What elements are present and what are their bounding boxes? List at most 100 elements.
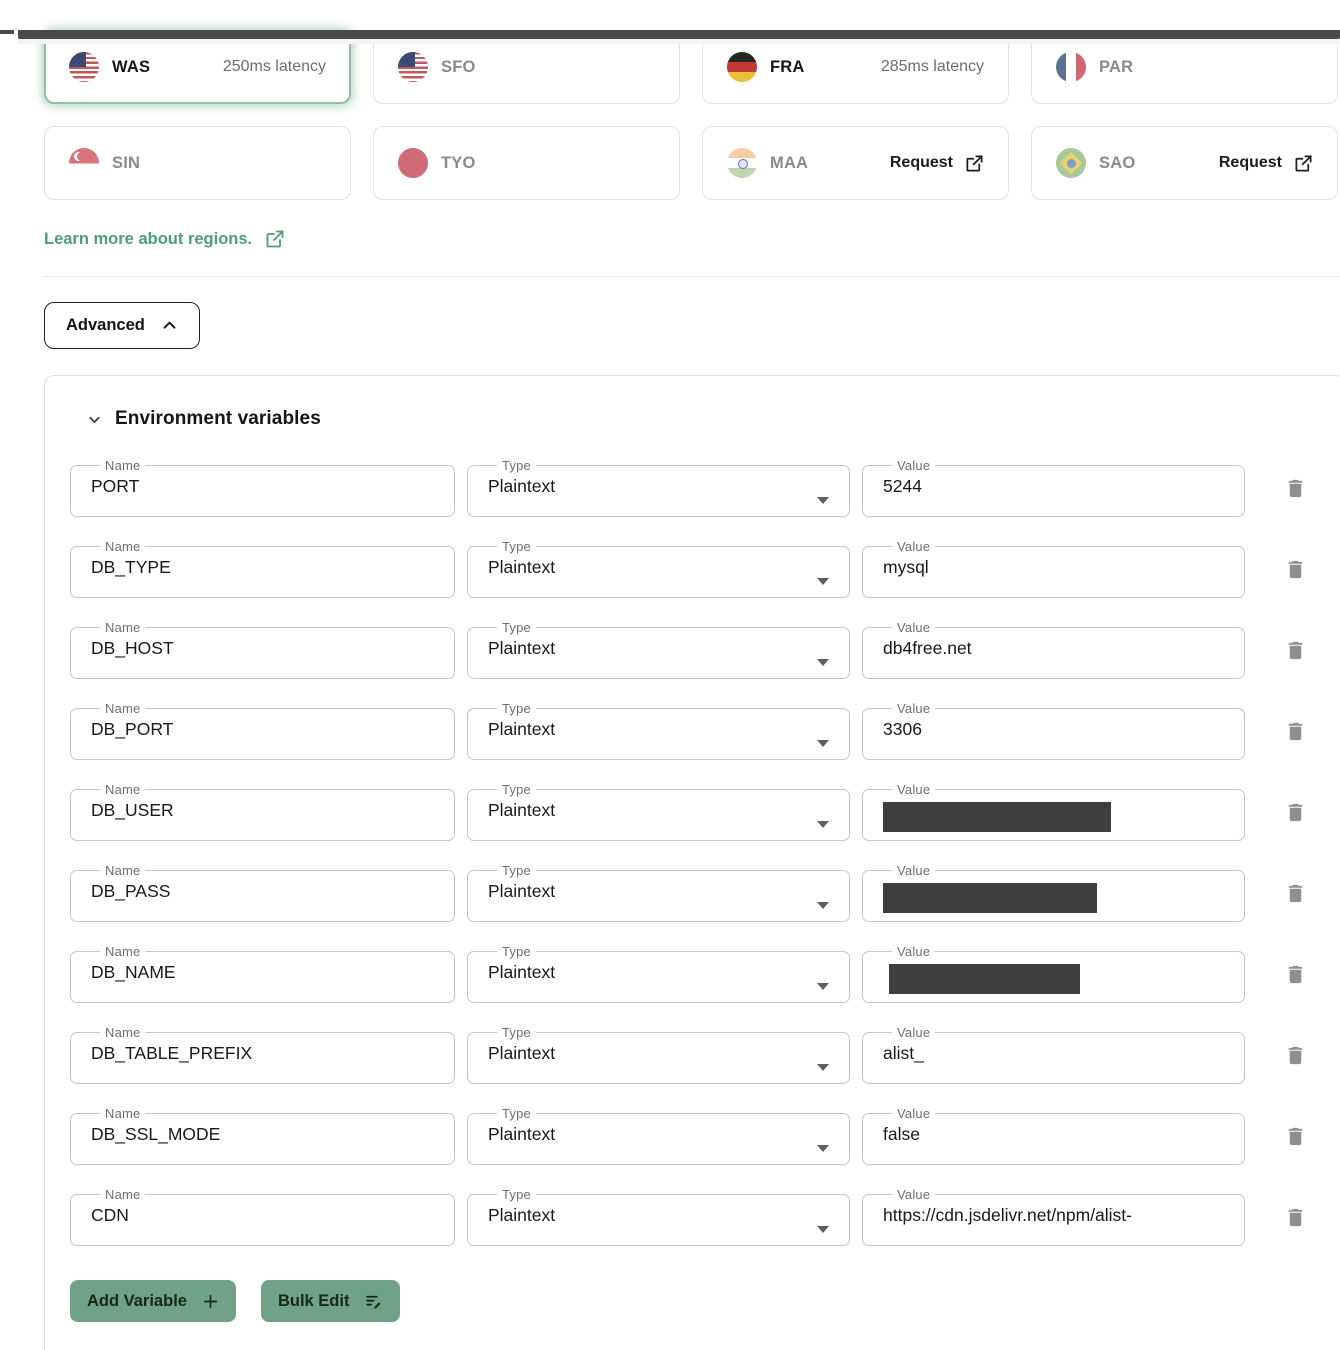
env-value-text: db4free.net	[883, 635, 1224, 659]
value-field-label: Value	[892, 1106, 935, 1121]
delete-variable-button[interactable]	[1284, 1124, 1307, 1149]
env-type-select[interactable]: Type Plaintext	[467, 620, 850, 679]
env-name-value: PORT	[91, 473, 434, 497]
delete-variable-button[interactable]	[1284, 638, 1307, 663]
add-variable-button[interactable]: Add Variable	[70, 1280, 236, 1322]
delete-variable-button[interactable]	[1284, 557, 1307, 582]
delete-variable-button[interactable]	[1284, 962, 1307, 987]
env-name-input[interactable]: Name DB_TYPE	[70, 539, 455, 598]
type-field-label: Type	[497, 701, 536, 716]
region-code-label: SAO	[1099, 154, 1135, 173]
name-field-label: Name	[100, 539, 145, 554]
env-name-value: DB_NAME	[91, 959, 434, 983]
region-card[interactable]: TYO	[373, 126, 680, 200]
region-card[interactable]: SAO Request	[1031, 126, 1338, 200]
region-code-label: SFO	[441, 58, 476, 77]
env-type-value: Plaintext	[488, 1121, 829, 1145]
trash-icon	[1284, 1043, 1307, 1068]
value-field-label: Value	[892, 620, 935, 635]
env-value-input[interactable]: Value	[862, 863, 1245, 922]
env-value-input[interactable]: Value false	[862, 1106, 1245, 1165]
env-buttons-row: Add Variable Bulk Edit	[70, 1280, 1340, 1322]
env-value-text: 5244	[883, 473, 1224, 497]
env-value-input[interactable]: Value	[862, 944, 1245, 1003]
top-gray-strip	[18, 39, 1340, 44]
env-type-select[interactable]: Type Plaintext	[467, 458, 850, 517]
chevron-down-icon	[817, 659, 829, 672]
env-type-select[interactable]: Type Plaintext	[467, 863, 850, 922]
env-value-input[interactable]: Value 3306	[862, 701, 1245, 760]
redacted-value-box	[883, 802, 1111, 832]
env-name-value: DB_TABLE_PREFIX	[91, 1040, 434, 1064]
delete-variable-button[interactable]	[1284, 1205, 1307, 1230]
env-name-input[interactable]: Name DB_HOST	[70, 620, 455, 679]
region-card[interactable]: MAA Request	[702, 126, 1009, 200]
env-value-input[interactable]: Value db4free.net	[862, 620, 1245, 679]
add-variable-label: Add Variable	[87, 1292, 187, 1311]
env-name-value: DB_PASS	[91, 878, 434, 902]
delete-variable-button[interactable]	[1284, 1043, 1307, 1068]
environment-variables-title: Environment variables	[115, 408, 321, 430]
env-name-input[interactable]: Name DB_TABLE_PREFIX	[70, 1025, 455, 1084]
delete-variable-button[interactable]	[1284, 800, 1307, 825]
region-code-label: TYO	[441, 154, 476, 173]
env-type-select[interactable]: Type Plaintext	[467, 701, 850, 760]
trash-icon	[1284, 1205, 1307, 1230]
env-value-text: alist_	[883, 1040, 1224, 1064]
region-flag-icon	[398, 52, 428, 82]
env-name-value: DB_SSL_MODE	[91, 1121, 434, 1145]
delete-variable-button[interactable]	[1284, 476, 1307, 501]
chevron-down-icon	[817, 902, 829, 915]
env-name-input[interactable]: Name CDN	[70, 1187, 455, 1246]
env-value-text: https://cdn.jsdelivr.net/npm/alist-	[883, 1202, 1224, 1226]
learn-more-link[interactable]: Learn more about regions.	[44, 229, 285, 249]
env-type-select[interactable]: Type Plaintext	[467, 944, 850, 1003]
env-type-select[interactable]: Type Plaintext	[467, 1106, 850, 1165]
env-name-value: DB_HOST	[91, 635, 434, 659]
trash-icon	[1284, 1124, 1307, 1149]
env-name-value: CDN	[91, 1202, 434, 1226]
advanced-toggle-button[interactable]: Advanced	[44, 302, 200, 349]
env-type-value: Plaintext	[488, 1202, 829, 1226]
delete-variable-button[interactable]	[1284, 719, 1307, 744]
env-value-input[interactable]: Value https://cdn.jsdelivr.net/npm/alist…	[862, 1187, 1245, 1246]
region-code-label: PAR	[1099, 58, 1133, 77]
chevron-down-icon	[817, 497, 829, 510]
env-type-select[interactable]: Type Plaintext	[467, 1187, 850, 1246]
env-name-input[interactable]: Name DB_PORT	[70, 701, 455, 760]
delete-variable-button[interactable]	[1284, 881, 1307, 906]
region-flag-icon	[1056, 52, 1086, 82]
env-name-value: DB_PORT	[91, 716, 434, 740]
redacted-value-box	[889, 964, 1080, 994]
env-name-input[interactable]: Name PORT	[70, 458, 455, 517]
chevron-down-icon	[817, 1145, 829, 1158]
env-name-input[interactable]: Name DB_USER	[70, 782, 455, 841]
external-link-icon	[1294, 154, 1313, 173]
region-flag-icon	[69, 52, 99, 82]
env-type-select[interactable]: Type Plaintext	[467, 1025, 850, 1084]
region-request-link[interactable]: Request	[890, 154, 984, 173]
env-type-select[interactable]: Type Plaintext	[467, 539, 850, 598]
env-name-input[interactable]: Name DB_SSL_MODE	[70, 1106, 455, 1165]
region-latency-label: 285ms latency	[881, 58, 984, 76]
name-field-label: Name	[100, 620, 145, 635]
env-type-value: Plaintext	[488, 878, 829, 902]
bulk-edit-button[interactable]: Bulk Edit	[261, 1280, 401, 1322]
env-type-value: Plaintext	[488, 797, 829, 821]
region-flag-icon	[398, 148, 428, 178]
chevron-down-icon	[86, 411, 103, 428]
env-name-input[interactable]: Name DB_PASS	[70, 863, 455, 922]
chevron-down-icon	[817, 740, 829, 753]
region-request-link[interactable]: Request	[1219, 154, 1313, 173]
env-value-input[interactable]: Value 5244	[862, 458, 1245, 517]
name-field-label: Name	[100, 1025, 145, 1040]
env-var-row: Name DB_TABLE_PREFIX Type Plaintext Valu…	[70, 1025, 1340, 1084]
env-value-input[interactable]: Value mysql	[862, 539, 1245, 598]
env-name-input[interactable]: Name DB_NAME	[70, 944, 455, 1003]
env-value-input[interactable]: Value alist_	[862, 1025, 1245, 1084]
env-type-select[interactable]: Type Plaintext	[467, 782, 850, 841]
env-value-input[interactable]: Value	[862, 782, 1245, 841]
environment-variables-header[interactable]: Environment variables	[86, 408, 1340, 430]
region-request-label: Request	[890, 154, 953, 172]
region-card[interactable]: SIN	[44, 126, 351, 200]
